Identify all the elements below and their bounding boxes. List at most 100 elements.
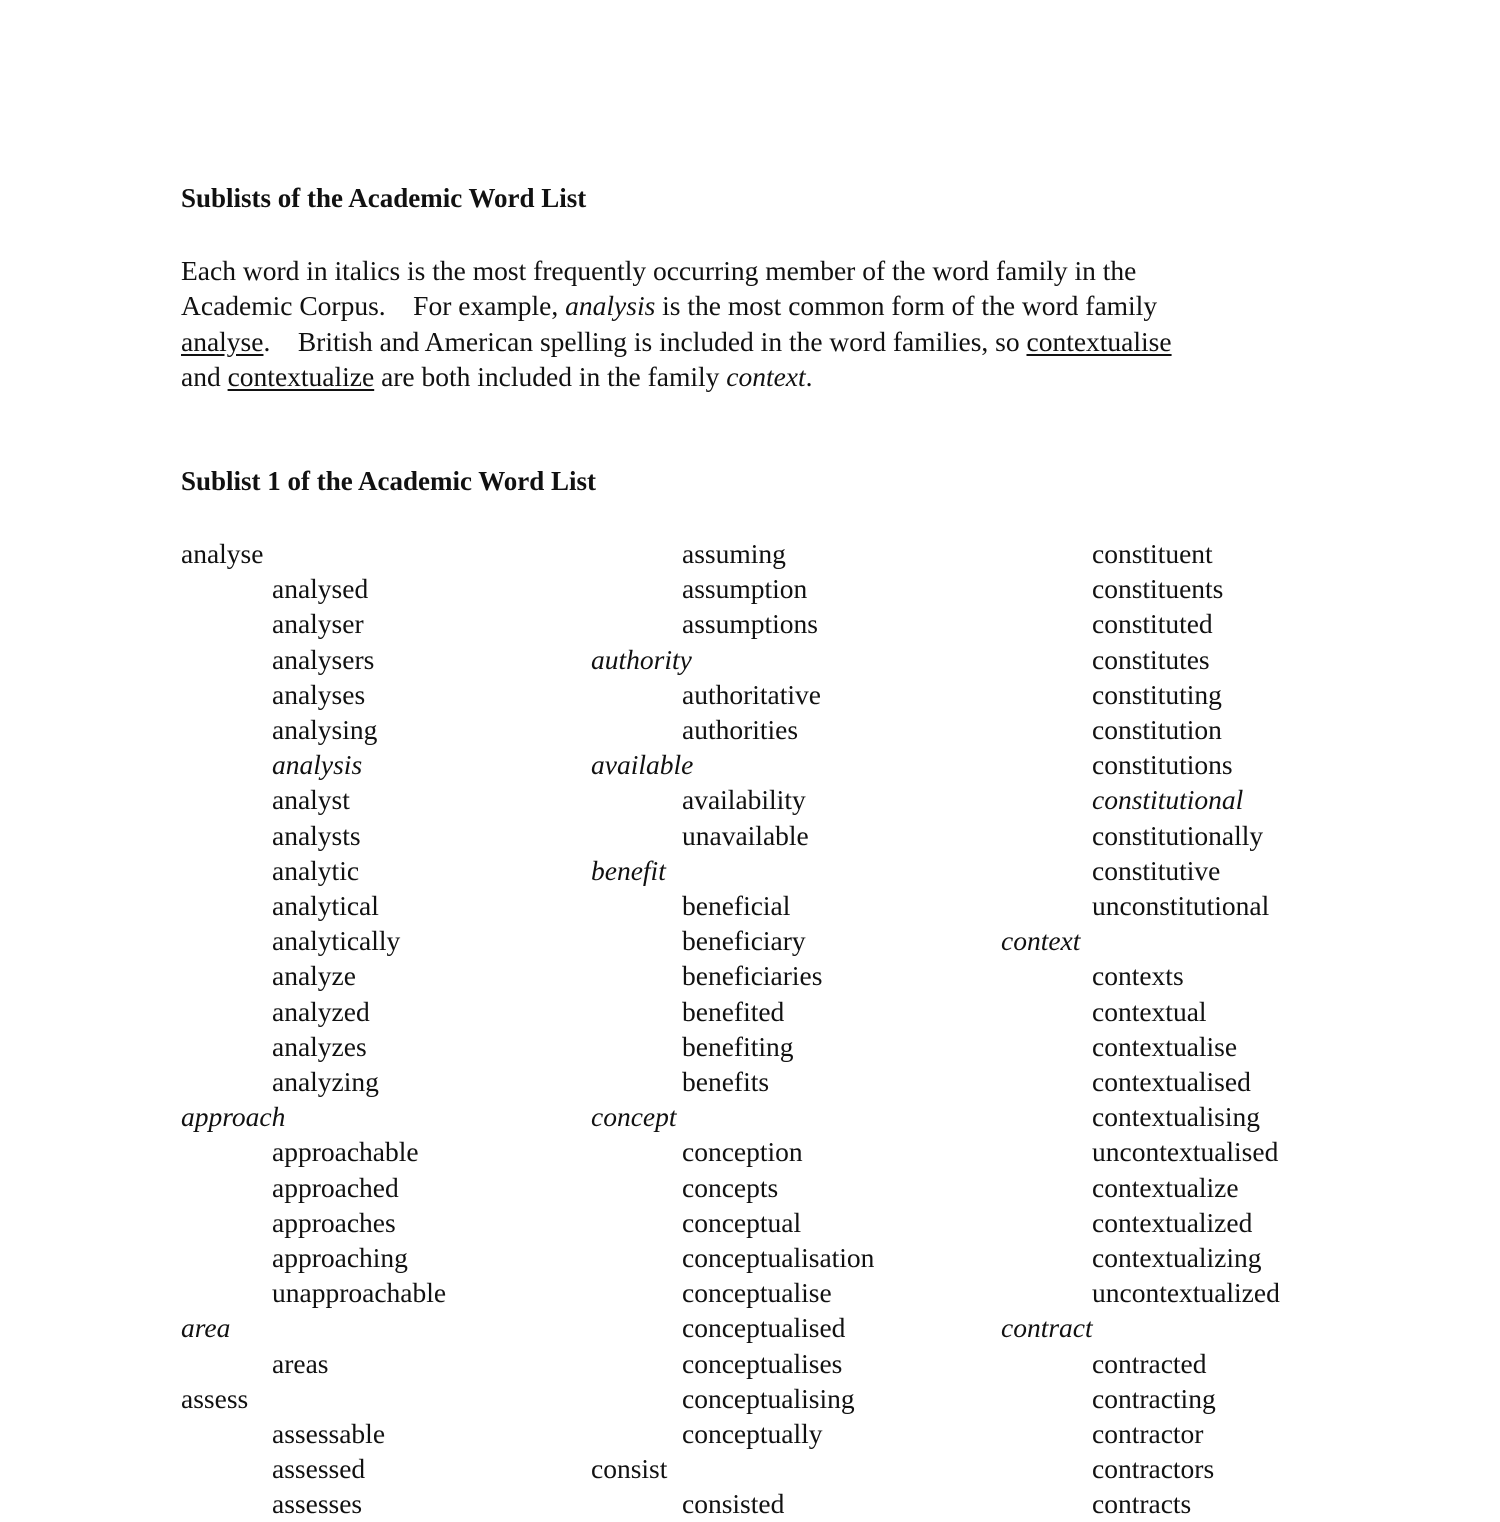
word-family-member: consisted [682, 1488, 785, 1520]
word-family-member: analysing [272, 714, 378, 746]
word-family-member: contracted [1092, 1347, 1207, 1379]
headword: authority [591, 643, 692, 675]
word-family-member: assumption [682, 573, 808, 605]
word-family-member: areas [272, 1347, 329, 1379]
word-family-member: analyst [272, 784, 350, 816]
word-family-member: analysis [272, 749, 363, 781]
word-family-member: conceptual [682, 1206, 802, 1238]
word-family-member: assuming [682, 538, 786, 569]
word-family-member: conceptualise [682, 1277, 832, 1309]
word-column-2: assuming assumption assumptions authority au… [591, 536, 874, 1522]
intro-paragraph: Each word in italics is the most frequen… [181, 253, 1311, 394]
word-family-member: assumptions [682, 608, 818, 640]
word-family-member: constituting [1092, 678, 1222, 710]
word-family-member: contextual [1092, 995, 1207, 1027]
word-family-member: authorities [682, 714, 799, 746]
word-family-member: benefited [682, 995, 785, 1027]
word-family-member: analyzes [272, 1030, 367, 1062]
word-family-member: contracting [1092, 1382, 1216, 1414]
word-family-member: unapproachable [272, 1277, 447, 1309]
word-column-1: analyse analysed analyser analysers analyses… [181, 536, 446, 1522]
word-family-member: analysers [272, 643, 375, 675]
word-family-member: analysed [272, 573, 369, 605]
word-family-member: conceptualises [682, 1347, 843, 1379]
headword: consist [591, 1453, 668, 1485]
word-family-member: contextualised [1092, 1066, 1251, 1098]
headword: concept [591, 1101, 677, 1133]
headword: contract [1001, 1312, 1093, 1344]
word-family-member: assessed [272, 1453, 366, 1485]
word-family-member: analytically [272, 925, 401, 957]
intro-line: Each word in italics is the most frequen… [181, 253, 1311, 288]
word-family-member: analysts [272, 819, 361, 851]
intro-text: . [805, 360, 813, 392]
word-family-member: analyzing [272, 1066, 379, 1098]
word-family-member: analyser [272, 608, 364, 640]
word-family-member: benefits [682, 1066, 770, 1098]
word-family-member: analytic [272, 854, 360, 886]
word-family-member: beneficiary [682, 925, 806, 957]
word-family-member: contracts [1092, 1488, 1192, 1520]
word-family-member: approachable [272, 1136, 419, 1168]
intro-text: and [181, 360, 228, 392]
word-family-member: concepts [682, 1171, 779, 1203]
headword: available [591, 749, 694, 781]
word-family-member: analyzed [272, 995, 370, 1027]
word-family-member: analyze [272, 960, 356, 992]
word-family-member: unavailable [682, 819, 809, 851]
word-family-member: constitutes [1092, 643, 1210, 675]
word-family-member: constitution [1092, 714, 1222, 746]
word-family-member: contextualising [1092, 1101, 1261, 1133]
italic-term: context [726, 360, 806, 392]
word-family-member: contractor [1092, 1418, 1204, 1450]
word-family-member: conceptualising [682, 1382, 855, 1414]
intro-text: Academic Corpus. For example, [181, 290, 566, 322]
word-family-member: constitutionally [1092, 819, 1264, 851]
word-family-member: constitutive [1092, 854, 1221, 886]
word-family-member: analyses [272, 678, 366, 710]
word-family-member: contextualise [1092, 1030, 1238, 1062]
headword: analyse [181, 538, 264, 569]
word-family-member: assessable [272, 1418, 386, 1450]
sublist-heading: Sublist 1 of the Academic Word List [181, 466, 597, 496]
word-family-member: contextualized [1092, 1206, 1253, 1238]
word-family-member: approaches [272, 1206, 396, 1238]
word-family-member: constituent [1092, 538, 1213, 569]
word-family-member: assesses [272, 1488, 363, 1520]
word-family-member: contractors [1092, 1453, 1215, 1485]
underlined-term: contextualise [1026, 325, 1172, 357]
word-family-member: constituted [1092, 608, 1213, 640]
word-family-member: approached [272, 1171, 399, 1203]
word-column-3: constituent constituents constituted consti… [1001, 536, 1280, 1522]
headword: area [181, 1312, 231, 1344]
word-family-member: contextualize [1092, 1171, 1239, 1203]
word-family-member: conceptually [682, 1418, 823, 1450]
word-family-member: authoritative [682, 678, 821, 710]
document-title: Sublists of the Academic Word List [181, 183, 587, 213]
headword: benefit [591, 854, 666, 886]
headword: assess [181, 1382, 249, 1414]
word-family-member: analytical [272, 890, 379, 922]
underlined-term: analyse [181, 325, 264, 357]
word-family-member: contexts [1092, 960, 1184, 992]
word-family-member: beneficiaries [682, 960, 823, 992]
word-family-member: uncontextualised [1092, 1136, 1279, 1168]
word-family-member: beneficial [682, 890, 791, 922]
italic-term: analysis [565, 290, 656, 322]
intro-line: analyse. British and American spelling i… [181, 324, 1311, 359]
word-family-member: contextualizing [1092, 1242, 1262, 1274]
word-family-member: conception [682, 1136, 803, 1168]
word-family-member: constituents [1092, 573, 1224, 605]
word-family-member: constitutional [1092, 784, 1244, 816]
intro-text: is the most common form of the word fami… [655, 290, 1158, 322]
intro-line: and contextualize are both included in t… [181, 359, 1311, 394]
word-family-member: constitutions [1092, 749, 1233, 781]
intro-text: are both included in the family [374, 360, 727, 392]
word-family-member: approaching [272, 1242, 408, 1274]
intro-text: . British and American spelling is inclu… [263, 325, 1027, 357]
intro-line: Academic Corpus. For example, analysis i… [181, 288, 1311, 323]
word-family-member: conceptualisation [682, 1242, 875, 1274]
headword: approach [181, 1101, 286, 1133]
headword: context [1001, 925, 1081, 957]
word-family-member: benefiting [682, 1030, 794, 1062]
